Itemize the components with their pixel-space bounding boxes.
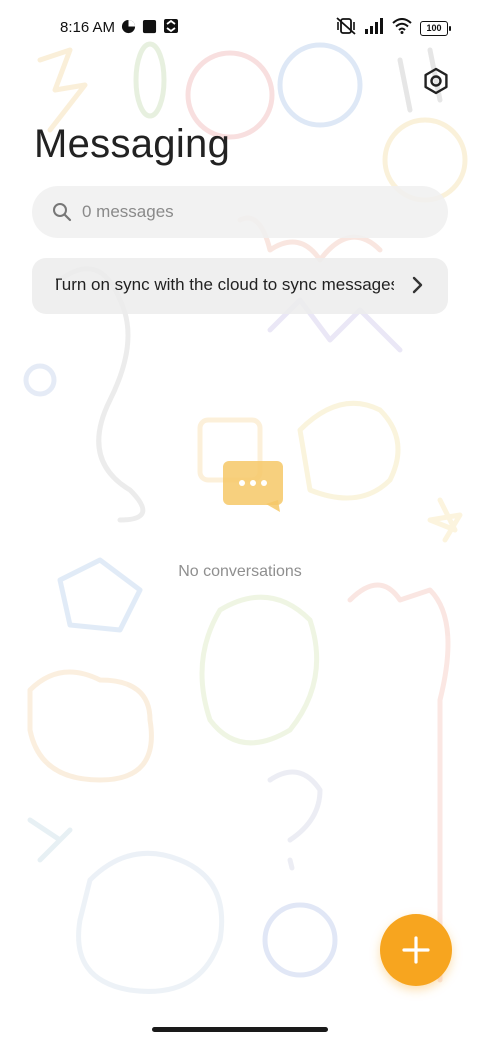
plus-icon xyxy=(402,936,430,964)
page-title: Messaging xyxy=(34,122,231,166)
signal-icon xyxy=(364,18,384,38)
new-conversation-button[interactable] xyxy=(380,914,452,986)
search-icon xyxy=(52,202,72,227)
square-notification-icon xyxy=(142,19,157,38)
cloud-sync-text: Turn on sync with the cloud to sync mess… xyxy=(56,275,394,294)
wifi-icon xyxy=(392,18,412,38)
search-placeholder: 0 messages xyxy=(82,202,174,221)
empty-state-text: No conversations xyxy=(178,563,302,580)
search-input[interactable]: 0 messages xyxy=(32,186,448,238)
hexagon-settings-icon xyxy=(424,67,448,95)
status-bar: 8:16 AM 100 xyxy=(0,0,480,56)
mute-vibrate-icon xyxy=(336,17,356,39)
status-time: 8:16 AM xyxy=(60,19,116,36)
chat-bubble-icon xyxy=(222,460,284,512)
data-saver-icon xyxy=(121,19,136,38)
battery-icon: 100 xyxy=(420,20,451,36)
sync-icon xyxy=(163,18,179,38)
settings-button[interactable] xyxy=(421,66,451,96)
home-indicator[interactable] xyxy=(152,1027,328,1032)
chevron-right-icon xyxy=(412,276,424,299)
cloud-sync-banner[interactable]: Turn on sync with the cloud to sync mess… xyxy=(32,258,448,314)
